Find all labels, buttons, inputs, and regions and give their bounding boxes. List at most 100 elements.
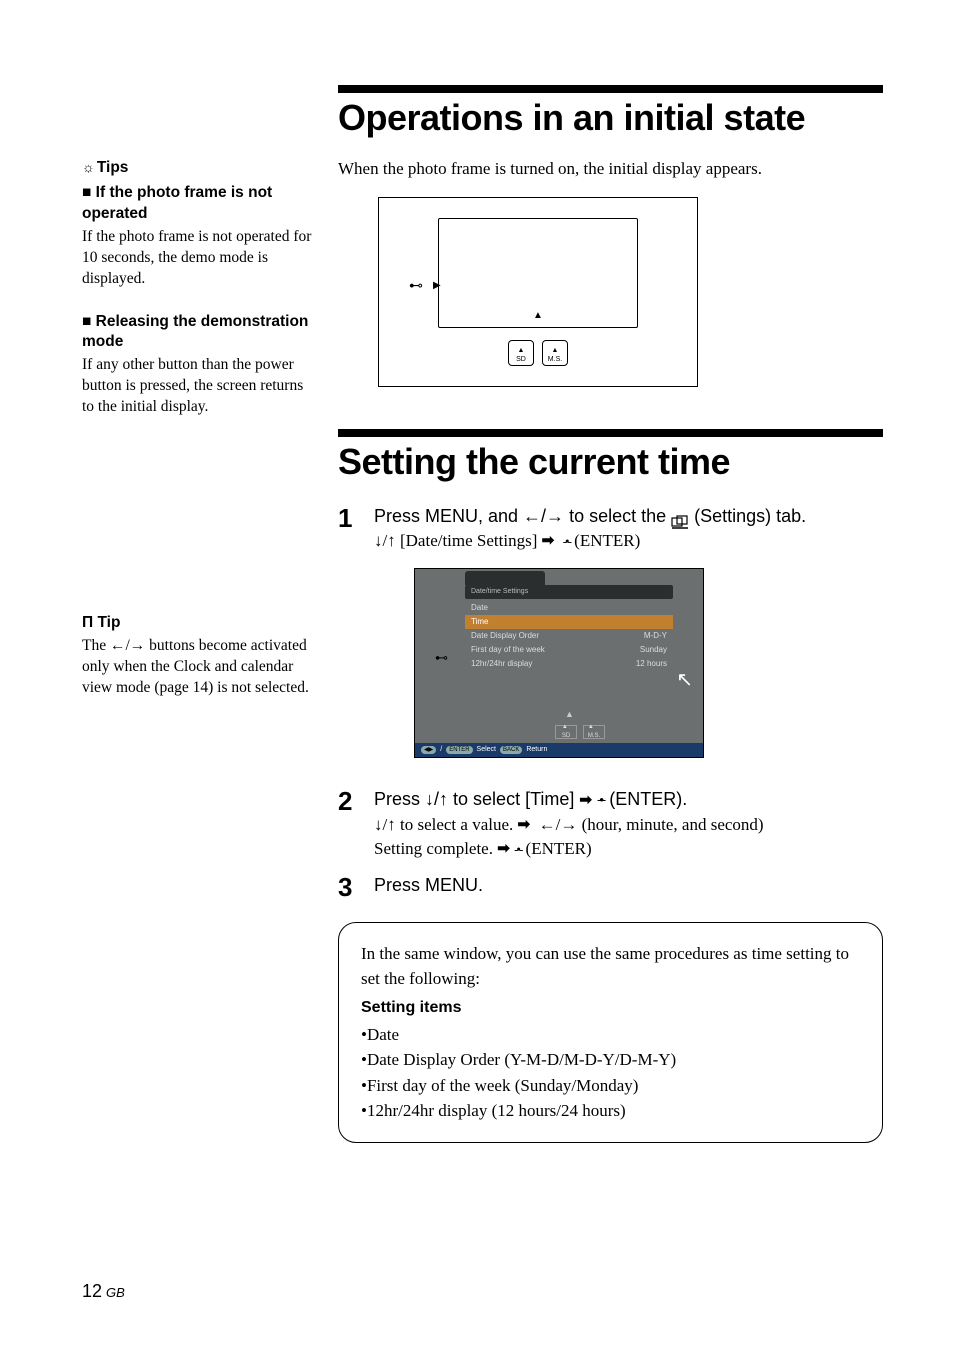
- l: Time: [471, 616, 488, 628]
- step-2-line3: Setting complete. ➡ -•- (ENTER): [374, 839, 592, 858]
- r: 12 hours: [636, 658, 667, 670]
- t: [Date/time Settings]: [396, 531, 542, 550]
- steps-list: 1 Press MENU, and ←/→ to select the (Set…: [338, 503, 883, 900]
- r: Sunday: [640, 644, 667, 656]
- page-number-value: 12: [82, 1281, 102, 1301]
- sidebar-block1-header: ■ If the photo frame is not operated: [82, 183, 312, 225]
- sidebar-block2-body: If any other button than the power butto…: [82, 355, 312, 418]
- r: M-D-Y: [644, 630, 667, 642]
- settings-screenshot: Date/time Settings Date Time Date Displa…: [414, 568, 704, 758]
- step-number-2: 2: [338, 786, 374, 862]
- left-right-arrow-icon: ←/→: [110, 637, 145, 654]
- section-rule: [338, 85, 883, 93]
- enter-icon: -•-: [563, 534, 570, 549]
- up-arrow-icon: ▲: [533, 310, 543, 321]
- intro-text: When the photo frame is turned on, the i…: [338, 159, 883, 179]
- tips-label: Tips: [97, 159, 129, 176]
- sidebar-block1-body: If the photo frame is not operated for 1…: [82, 227, 312, 290]
- main-column: Operations in an initial state When the …: [338, 85, 883, 1143]
- step-number-1: 1: [338, 503, 374, 776]
- t: (ENTER).: [604, 789, 687, 809]
- t: Setting complete.: [374, 839, 497, 858]
- black-square-icon: ■: [82, 313, 96, 330]
- screenshot-row-order: Date Display Order M-D-Y: [465, 629, 673, 643]
- tip-body: The ←/→ buttons become activated only wh…: [82, 636, 312, 699]
- sd-slot: SD: [508, 340, 534, 366]
- info-item-4: •12hr/24hr display (12 hours/24 hours): [361, 1098, 860, 1124]
- step-number-3: 3: [338, 872, 374, 900]
- t: Press: [374, 789, 425, 809]
- heading-setting-time: Setting the current time: [338, 443, 883, 481]
- tip-text-1: The: [82, 637, 110, 654]
- left-right-arrow-icon: ←/→: [523, 506, 564, 526]
- down-up-arrow-icon: ↓/↑: [374, 815, 396, 834]
- info-box-intro: In the same window, you can use the same…: [361, 941, 860, 992]
- enter-pill: ENTER: [446, 746, 472, 755]
- heading-operations: Operations in an initial state: [338, 99, 883, 137]
- t: to select the: [564, 506, 671, 526]
- step-3-body: Press MENU.: [374, 872, 883, 900]
- sidebar-block1-title: If the photo frame is not operated: [82, 184, 272, 222]
- nav-pill-icon: ◀▶: [421, 746, 436, 755]
- screenshot-row-12hr: 12hr/24hr display 12 hours: [465, 657, 673, 671]
- screenshot-row-time: Time: [465, 615, 673, 629]
- usb-icon: ⊷: [435, 649, 448, 668]
- tip-header: П Tip: [82, 613, 312, 634]
- screenshot-row-date: Date: [465, 601, 673, 615]
- down-up-arrow-icon: ↓/↑: [374, 531, 396, 550]
- info-item-1: •Date: [361, 1022, 860, 1048]
- footer-return: Return: [526, 745, 547, 755]
- step-3-main: Press MENU.: [374, 875, 483, 895]
- info-item-3: •First day of the week (Sunday/Monday): [361, 1073, 860, 1099]
- settings-icon: [671, 510, 689, 524]
- page-region: GB: [106, 1285, 125, 1300]
- info-box: In the same window, you can use the same…: [338, 922, 883, 1143]
- sd-slot: ▲SD: [555, 725, 577, 739]
- black-square-icon: ■: [82, 184, 96, 201]
- ms-slot: ▲M.S.: [583, 725, 605, 739]
- usb-icon: ⊷: [409, 278, 423, 295]
- screenshot-row-firstday: First day of the weekSunday: [465, 643, 673, 657]
- l: Date Display Order: [471, 630, 539, 642]
- sidebar: ☼Tips ■ If the photo frame is not operat…: [82, 158, 312, 699]
- screenshot-slots: ▲SD ▲M.S.: [555, 725, 605, 739]
- step-2-line2: ↓/↑ to select a value. ➡ ←/→ (hour, minu…: [374, 815, 764, 834]
- sidebar-block2-title: Releasing the demonstration mode: [82, 313, 308, 351]
- tip-label: Tip: [97, 614, 120, 631]
- section-rule: [338, 429, 883, 437]
- t: to select a value.: [396, 815, 518, 834]
- l: 12hr/24hr display: [471, 658, 532, 670]
- t: (hour, minute, and second): [577, 815, 763, 834]
- slot-row: SD M.S.: [508, 340, 568, 366]
- cursor-icon: ↖: [676, 666, 693, 695]
- sidebar-tip-section: П Tip The ←/→ buttons become activated o…: [82, 613, 312, 699]
- step-1-main: Press MENU, and ←/→ to select the (Setti…: [374, 506, 806, 526]
- t: Date Display Order (Y-M-D/M-D-Y/D-M-Y): [367, 1050, 676, 1069]
- p-icon: П: [82, 614, 97, 631]
- right-arrow-icon: ➡: [497, 841, 510, 857]
- t: (ENTER): [521, 839, 591, 858]
- ms-slot: M.S.: [542, 340, 568, 366]
- t: to select [Time]: [448, 789, 579, 809]
- screenshot-title: Date/time Settings: [465, 585, 673, 599]
- step-2-body: Press ↓/↑ to select [Time] ➡ -•- (ENTER)…: [374, 786, 883, 862]
- step-1-sub: ↓/↑ [Date/time Settings] ➡ -•- (ENTER): [374, 531, 640, 550]
- tab-head: [465, 571, 545, 585]
- step-2: 2 Press ↓/↑ to select [Time] ➡ -•- (ENTE…: [338, 786, 883, 862]
- screenshot-footer: ◀▶ / ENTER Select BACK Return: [415, 743, 703, 757]
- step-1: 1 Press MENU, and ←/→ to select the (Set…: [338, 503, 883, 776]
- page: ☼Tips ■ If the photo frame is not operat…: [0, 0, 954, 1352]
- photo-frame-illustration: ⊷ ▶ ▲ SD M.S.: [378, 197, 698, 387]
- step-1-body: Press MENU, and ←/→ to select the (Setti…: [374, 503, 883, 776]
- t: First day of the week (Sunday/Monday): [367, 1076, 638, 1095]
- right-arrow-icon: ➡: [518, 817, 531, 833]
- step-2-main: Press ↓/↑ to select [Time] ➡ -•- (ENTER)…: [374, 789, 687, 809]
- step-3: 3 Press MENU.: [338, 872, 883, 900]
- down-up-arrow-icon: ↓/↑: [425, 789, 448, 809]
- tips-header: ☼Tips: [82, 158, 312, 179]
- back-pill: BACK: [500, 746, 522, 755]
- t: Press MENU, and: [374, 506, 523, 526]
- sidebar-block2-header: ■ Releasing the demonstration mode: [82, 312, 312, 354]
- illustration-screen: ▲: [438, 218, 638, 328]
- t: Date: [367, 1025, 399, 1044]
